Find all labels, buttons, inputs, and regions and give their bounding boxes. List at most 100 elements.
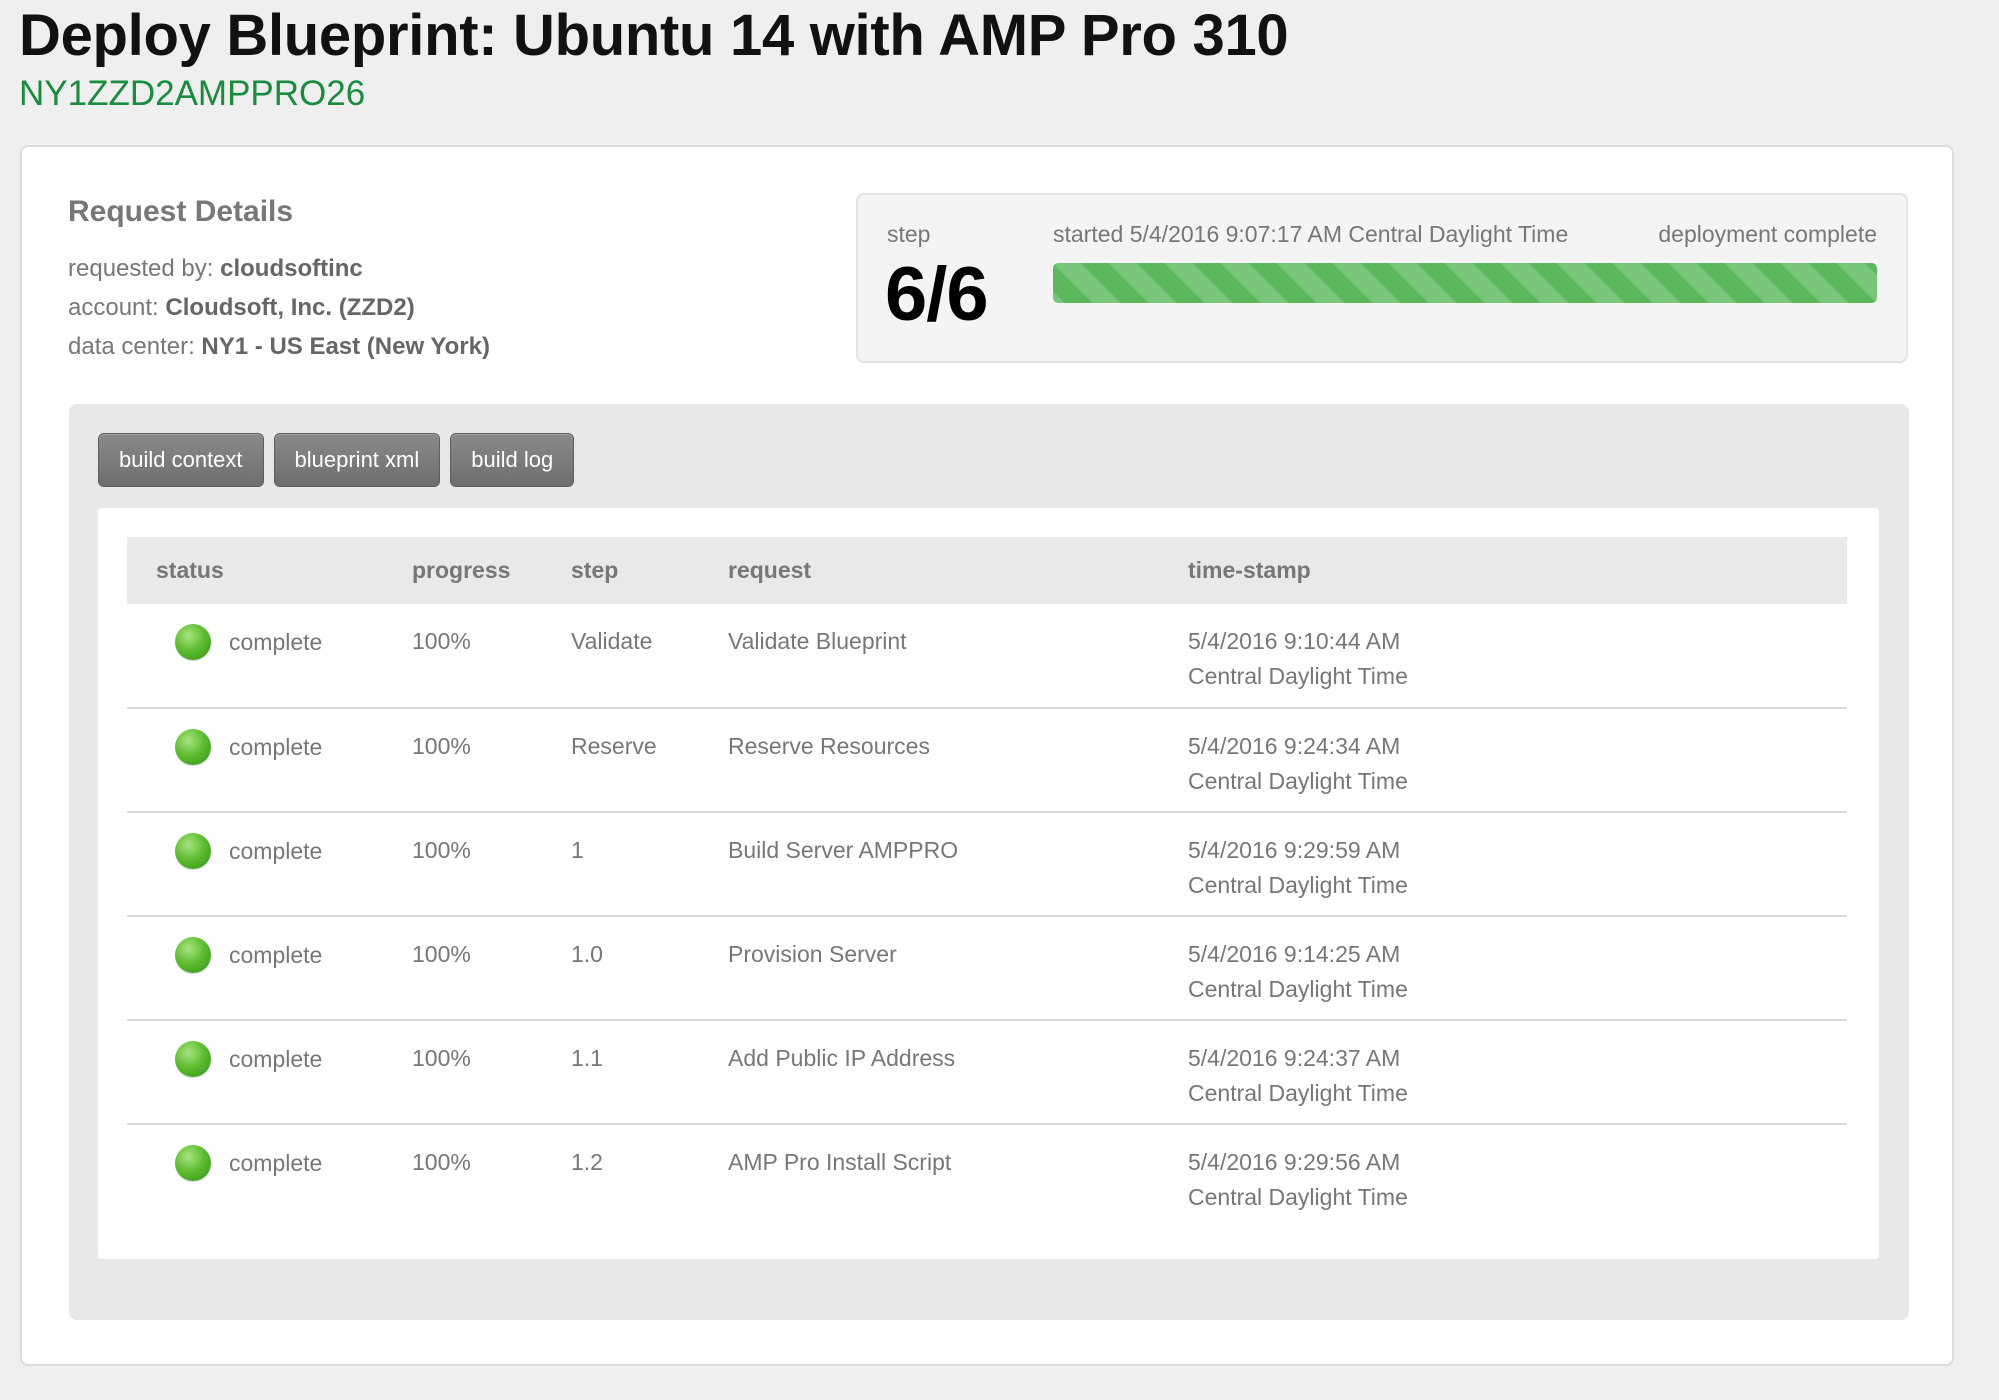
status-complete-icon [175, 624, 211, 660]
status-cell: complete [127, 604, 412, 709]
header-request: request [728, 557, 812, 583]
page-title: Deploy Blueprint: Ubuntu 14 with AMP Pro… [19, 3, 1289, 68]
deployment-card: Request Details requested by: cloudsofti… [20, 145, 1954, 1366]
account-value: Cloudsoft, Inc. (ZZD2) [165, 294, 415, 321]
step-cell: Reserve [571, 708, 728, 813]
timestamp-time: 5/4/2016 9:24:37 AM [1188, 1045, 1401, 1071]
progress-bar [1053, 263, 1877, 303]
table-row: complete 100% Reserve Reserve Resources 5/4/… [127, 708, 1847, 813]
requested-by-label: requested by: [68, 255, 214, 282]
build-log-button[interactable]: build log [450, 433, 575, 487]
step-cell: Validate [571, 604, 728, 709]
progress-cell: 100% [412, 1149, 471, 1175]
started-timestamp: started 5/4/2016 9:07:17 AM Central Dayl… [1053, 221, 1569, 247]
request-details: Request Details requested by: cloudsofti… [68, 195, 490, 366]
account-label: account: [68, 294, 159, 321]
status-text: complete [229, 733, 323, 760]
status-wrapper: complete [127, 833, 412, 869]
data-center-line: data center: NY1 - US East (New York) [68, 327, 490, 366]
data-center-value: NY1 - US East (New York) [201, 333, 490, 360]
timestamp-time: 5/4/2016 9:29:59 AM [1188, 837, 1401, 863]
data-center-label: data center: [68, 333, 195, 360]
deployment-status: deployment complete [1658, 221, 1877, 247]
timestamp-time: 5/4/2016 9:24:34 AM [1188, 733, 1401, 759]
build-log-panel: build context blueprint xml build log st… [69, 404, 1909, 1320]
status-complete-icon [175, 833, 211, 869]
status-wrapper: complete [127, 1041, 412, 1077]
status-text: complete [229, 628, 323, 655]
request-details-heading: Request Details [68, 195, 294, 228]
build-log-table-container: status progress step request time-stamp … [98, 508, 1879, 1259]
status-text: complete [229, 941, 323, 968]
request-cell: AMP Pro Install Script [728, 1149, 952, 1175]
progress-cell: 100% [412, 812, 571, 917]
status-complete-icon [175, 729, 211, 765]
timestamp-cell: 5/4/2016 9:14:25 AM Central Daylight Time [1188, 916, 1847, 1021]
step-cell: 1.1 [571, 1020, 728, 1125]
request-cell: Build Server AMPPRO [728, 812, 1188, 917]
requested-by-line: requested by: cloudsoftinc [68, 249, 490, 288]
status-text: complete [229, 837, 323, 864]
status-complete-icon [175, 1145, 211, 1181]
table-row: complete 100% 1.0 Provision Server 5/4/2016 … [127, 916, 1847, 1021]
request-cell: Validate Blueprint [728, 604, 1188, 709]
timestamp-timezone: Central Daylight Time [1188, 1080, 1408, 1106]
step-cell: 1.2 [571, 1149, 603, 1175]
status-wrapper: complete [127, 1145, 412, 1181]
header-step: step [571, 557, 619, 583]
progress-cell: 100% [412, 1020, 571, 1125]
timestamp-cell: 5/4/2016 9:24:34 AM Central Daylight Time [1188, 708, 1847, 813]
progress-cell: 100% [412, 916, 571, 1021]
timestamp-cell: 5/4/2016 9:29:56 AM Central Daylight Time [1188, 1124, 1847, 1228]
progress-cell: 100% [412, 708, 571, 813]
header-timestamp: time-stamp [1188, 557, 1311, 583]
panel-tabs: build context blueprint xml build log [98, 433, 575, 487]
timestamp-cell: 5/4/2016 9:24:37 AM Central Daylight Time [1188, 1020, 1847, 1125]
header-status: status [156, 557, 224, 583]
progress-bar-fill [1053, 263, 1877, 303]
timestamp-time: 5/4/2016 9:14:25 AM [1188, 941, 1401, 967]
status-complete-icon [175, 1041, 211, 1077]
status-text: complete [229, 1149, 323, 1176]
timestamp-timezone: Central Daylight Time [1188, 976, 1408, 1002]
build-log-table: status progress step request time-stamp … [127, 537, 1847, 1228]
status-cell: complete [127, 708, 412, 813]
table-header-row: status progress step request time-stamp [127, 537, 1847, 604]
status-wrapper: complete [127, 937, 412, 973]
status-text: complete [229, 1045, 323, 1072]
progress-cell: 100% [412, 604, 571, 709]
table-row: complete 100% 1 Build Server AMPPRO 5/4/2016… [127, 812, 1847, 917]
step-counter: 6/6 [885, 252, 989, 337]
status-cell: complete [127, 812, 412, 917]
deployment-progress-panel: step 6/6 started 5/4/2016 9:07:17 AM Cen… [856, 193, 1908, 363]
step-cell: 1.0 [571, 916, 728, 1021]
status-cell: complete [127, 916, 412, 1021]
step-label: step [887, 221, 931, 247]
status-wrapper: complete [127, 729, 412, 765]
table-row: complete 100% 1.2 AMP Pro Install Script 5/4… [127, 1124, 1847, 1228]
timestamp-timezone: Central Daylight Time [1188, 768, 1408, 794]
timestamp-timezone: Central Daylight Time [1188, 1184, 1408, 1210]
status-complete-icon [175, 937, 211, 973]
request-cell: Reserve Resources [728, 708, 1188, 813]
step-cell: 1 [571, 812, 728, 917]
status-cell: complete [127, 1020, 412, 1125]
timestamp-cell: 5/4/2016 9:29:59 AM Central Daylight Time [1188, 812, 1847, 917]
timestamp-time: 5/4/2016 9:29:56 AM [1188, 1149, 1401, 1175]
table-row: complete 100% Validate Validate Blueprint 5/… [127, 604, 1847, 709]
requested-by-value: cloudsoftinc [220, 255, 363, 282]
table-row: complete 100% 1.1 Add Public IP Address 5/4/… [127, 1020, 1847, 1125]
account-line: account: Cloudsoft, Inc. (ZZD2) [68, 288, 490, 327]
timestamp-timezone: Central Daylight Time [1188, 663, 1408, 689]
timestamp-time: 5/4/2016 9:10:44 AM [1188, 628, 1401, 654]
status-wrapper: complete [127, 624, 412, 660]
request-cell: Provision Server [728, 916, 1188, 1021]
build-context-button[interactable]: build context [98, 433, 264, 487]
timestamp-timezone: Central Daylight Time [1188, 872, 1408, 898]
blueprint-xml-button[interactable]: blueprint xml [273, 433, 441, 487]
header-progress: progress [412, 557, 511, 583]
server-name: NY1ZZD2AMPPRO26 [19, 74, 366, 113]
status-cell: complete [127, 1124, 412, 1228]
request-cell: Add Public IP Address [728, 1020, 1188, 1125]
timestamp-cell: 5/4/2016 9:10:44 AM Central Daylight Time [1188, 604, 1847, 709]
